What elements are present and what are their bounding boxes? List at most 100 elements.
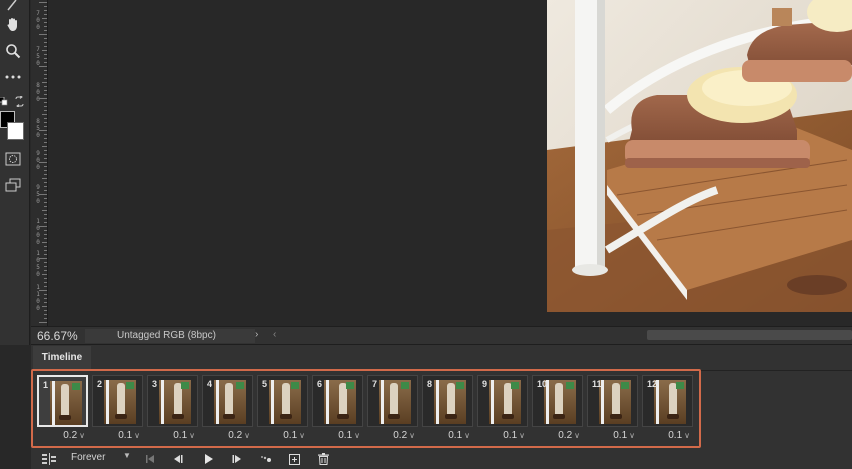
animation-frame[interactable]: 12 0.1 ∨ bbox=[642, 375, 693, 442]
background-color-swatch[interactable] bbox=[7, 122, 24, 140]
frame-thumbnail bbox=[434, 380, 466, 424]
frame-thumbnail bbox=[159, 380, 191, 424]
ruler-tick bbox=[44, 78, 47, 79]
frame-delay-select[interactable]: 0.1 ∨ bbox=[271, 429, 307, 441]
animation-frame[interactable]: 7 0.2 ∨ bbox=[367, 375, 418, 442]
frame-thumbnail bbox=[104, 380, 136, 424]
zoom-tool-icon[interactable] bbox=[2, 40, 24, 62]
frame-delay-select[interactable]: 0.1 ∨ bbox=[601, 429, 637, 441]
frame-thumbnail-box[interactable]: 10 bbox=[532, 375, 583, 427]
chevron-down-icon: ∨ bbox=[79, 430, 85, 440]
ruler-tick bbox=[44, 170, 47, 171]
previous-frame-icon[interactable] bbox=[171, 451, 185, 467]
ruler-tick bbox=[44, 234, 47, 235]
chevron-down-icon: ∨ bbox=[134, 430, 140, 440]
ruler-tick bbox=[44, 250, 47, 251]
ruler-tick bbox=[44, 94, 47, 95]
ruler-tick bbox=[44, 62, 47, 63]
frame-thumbnail bbox=[599, 380, 631, 424]
frame-thumbnail-box[interactable]: 1 bbox=[37, 375, 88, 427]
animation-frame[interactable]: 10 0.2 ∨ bbox=[532, 375, 583, 442]
more-tools-icon[interactable] bbox=[2, 66, 24, 88]
ruler-tick bbox=[44, 254, 47, 255]
document-canvas[interactable] bbox=[49, 0, 852, 326]
vertical-ruler: 7 0 0 7 5 0 8 0 0 8 5 0 9 0 0 9 5 0 1 0 … bbox=[31, 0, 48, 326]
animation-frame[interactable]: 3 0.1 ∨ bbox=[147, 375, 198, 442]
ruler-tick bbox=[39, 66, 47, 67]
frame-delay-select[interactable]: 0.1 ∨ bbox=[491, 429, 527, 441]
play-icon[interactable] bbox=[202, 451, 216, 467]
frame-thumbnail-box[interactable]: 3 bbox=[147, 375, 198, 427]
frame-number: 8 bbox=[427, 379, 433, 389]
frame-number: 1 bbox=[43, 380, 49, 390]
ruler-tick bbox=[42, 146, 47, 147]
ruler-label: 1 0 0 0 bbox=[36, 218, 40, 246]
ruler-tick bbox=[44, 142, 47, 143]
frame-thumbnail-box[interactable]: 4 bbox=[202, 375, 253, 427]
frame-thumbnail-box[interactable]: 5 bbox=[257, 375, 308, 427]
chevron-down-icon: ∨ bbox=[519, 430, 525, 440]
ruler-label: 1 1 0 0 bbox=[36, 284, 40, 312]
frame-thumbnail-box[interactable]: 7 bbox=[367, 375, 418, 427]
frame-thumbnail-box[interactable]: 6 bbox=[312, 375, 363, 427]
ruler-tick bbox=[44, 294, 47, 295]
tab-timeline[interactable]: Timeline bbox=[33, 346, 91, 370]
frame-number: 10 bbox=[537, 379, 548, 389]
chevron-down-icon: ∨ bbox=[629, 430, 635, 440]
animation-frame[interactable]: 1 0.2 ∨ bbox=[37, 375, 88, 442]
frame-delay-select[interactable]: 0.1 ∨ bbox=[326, 429, 362, 441]
first-frame-icon[interactable] bbox=[143, 451, 157, 467]
screen-mode-icon[interactable] bbox=[2, 174, 24, 196]
frame-delay-select[interactable]: 0.1 ∨ bbox=[161, 429, 197, 441]
tween-icon[interactable] bbox=[259, 451, 273, 467]
ruler-tick bbox=[44, 286, 47, 287]
frame-thumbnail-box[interactable]: 11 bbox=[587, 375, 638, 427]
status-next-arrow[interactable]: › bbox=[255, 329, 258, 340]
status-prev-arrow[interactable]: ‹ bbox=[273, 329, 276, 340]
convert-to-video-timeline-icon[interactable] bbox=[41, 451, 57, 467]
delete-frame-icon[interactable] bbox=[316, 451, 330, 467]
ruler-tick bbox=[44, 150, 47, 151]
ruler-tick bbox=[42, 178, 47, 179]
hand-tool-icon[interactable] bbox=[2, 13, 24, 35]
frame-thumbnail-box[interactable]: 2 bbox=[92, 375, 143, 427]
ruler-tick bbox=[39, 226, 47, 227]
chevron-down-icon: ∨ bbox=[409, 430, 415, 440]
frame-thumbnail bbox=[214, 380, 246, 424]
frame-thumbnail-box[interactable]: 12 bbox=[642, 375, 693, 427]
ruler-tick bbox=[44, 38, 47, 39]
frame-delay-select[interactable]: 0.2 ∨ bbox=[546, 429, 582, 441]
frame-delay-select[interactable]: 0.2 ∨ bbox=[51, 429, 87, 441]
ruler-tick bbox=[44, 30, 47, 31]
animation-frame[interactable]: 2 0.1 ∨ bbox=[92, 375, 143, 442]
animation-frame[interactable]: 11 0.1 ∨ bbox=[587, 375, 638, 442]
quick-mask-icon[interactable] bbox=[2, 148, 24, 170]
frame-delay-select[interactable]: 0.1 ∨ bbox=[106, 429, 142, 441]
default-colors-icon[interactable] bbox=[0, 90, 10, 112]
new-frame-icon[interactable] bbox=[287, 451, 301, 467]
animation-frame[interactable]: 6 0.1 ∨ bbox=[312, 375, 363, 442]
ruler-label: 8 5 0 bbox=[36, 118, 40, 139]
ruler-tick bbox=[39, 322, 47, 323]
next-frame-icon[interactable] bbox=[230, 451, 244, 467]
horizontal-scrollbar[interactable] bbox=[647, 330, 852, 340]
swap-colors-icon[interactable] bbox=[12, 90, 26, 112]
ruler-label: 1 0 5 0 bbox=[36, 250, 40, 278]
ruler-tick bbox=[44, 106, 47, 107]
frame-delay-select[interactable]: 0.1 ∨ bbox=[656, 429, 692, 441]
ruler-tick bbox=[44, 22, 47, 23]
frame-number: 5 bbox=[262, 379, 268, 389]
animation-frame[interactable]: 4 0.2 ∨ bbox=[202, 375, 253, 442]
frame-delay-select[interactable]: 0.2 ∨ bbox=[216, 429, 252, 441]
animation-frame[interactable]: 8 0.1 ∨ bbox=[422, 375, 473, 442]
frame-thumbnail-box[interactable]: 8 bbox=[422, 375, 473, 427]
animation-frame[interactable]: 9 0.1 ∨ bbox=[477, 375, 528, 442]
zoom-level[interactable]: 66.67% bbox=[37, 329, 78, 343]
chevron-down-icon[interactable]: ▼ bbox=[123, 451, 131, 460]
frame-thumbnail-box[interactable]: 9 bbox=[477, 375, 528, 427]
frame-delay-select[interactable]: 0.2 ∨ bbox=[381, 429, 417, 441]
ruler-tick bbox=[44, 134, 47, 135]
frame-delay-select[interactable]: 0.1 ∨ bbox=[436, 429, 472, 441]
animation-frame[interactable]: 5 0.1 ∨ bbox=[257, 375, 308, 442]
ruler-tick bbox=[44, 110, 47, 111]
